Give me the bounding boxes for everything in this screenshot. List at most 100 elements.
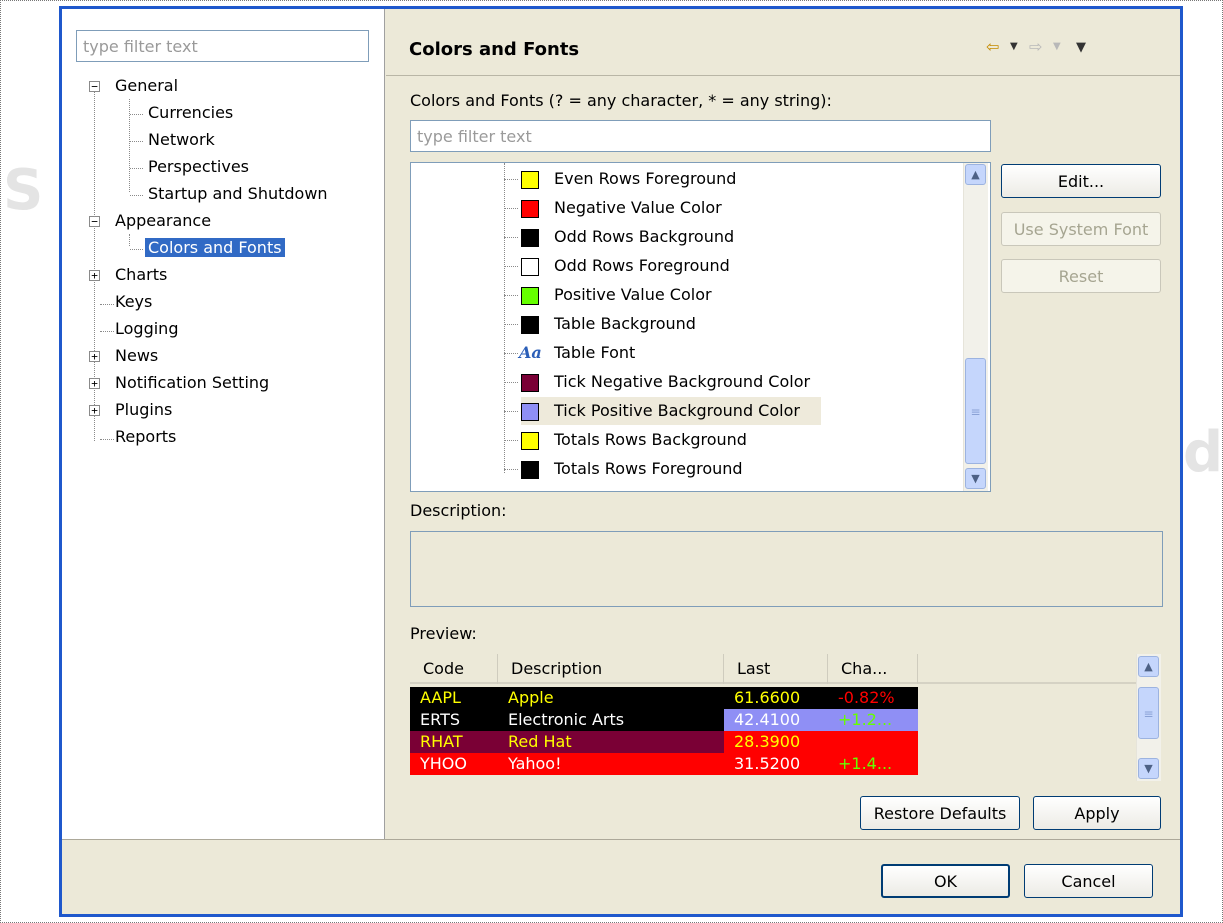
color-font-list-item[interactable]: Even Rows Foreground <box>521 165 881 193</box>
tree-item-perspectives[interactable]: Perspectives <box>148 154 249 180</box>
color-font-list-item[interactable]: Odd Rows Background <box>521 223 881 251</box>
tree-connector <box>504 295 518 296</box>
expand-charts-toggle[interactable]: + <box>89 270 100 281</box>
preference-page: Colors and Fonts ⇦ ▼ ⇨ ▼ ▼ Colors and Fo… <box>386 9 1180 839</box>
edit-button[interactable]: Edit... <box>1001 164 1161 198</box>
preview-cell-last: 61.6600 <box>724 687 828 709</box>
tree-item-colors-and-fonts[interactable]: Colors and Fonts <box>145 235 285 261</box>
colors-fonts-tree: Even Rows Foreground Negative Value Color… <box>410 162 991 492</box>
list-item-label: Tick Negative Background Color <box>554 372 811 391</box>
apply-button[interactable]: Apply <box>1033 796 1161 830</box>
back-history-dropdown-icon[interactable]: ▼ <box>1010 41 1018 52</box>
restore-defaults-button[interactable]: Restore Defaults <box>860 796 1020 830</box>
tree-item-label: Appearance <box>115 211 212 230</box>
tree-connector <box>129 99 130 192</box>
color-font-list-item[interactable]: Negative Value Color <box>521 194 881 222</box>
column-header-last[interactable]: Last <box>724 654 828 684</box>
preview-table-row[interactable]: YHOO Yahoo! 31.5200 +1.4... <box>410 753 918 775</box>
scroll-up-icon[interactable]: ▲ <box>965 164 986 185</box>
list-item-label: Odd Rows Background <box>554 227 735 246</box>
tree-item-appearance[interactable]: Appearance <box>115 208 211 234</box>
preferences-dialog: − − + + + + General Currencies Network P… <box>59 6 1183 917</box>
tree-item-keys[interactable]: Keys <box>115 289 152 315</box>
preview-table-row[interactable]: RHAT Red Hat 28.3900 <box>410 731 918 753</box>
tree-connector <box>100 331 114 332</box>
tree-connector <box>130 195 143 196</box>
color-font-list-item[interactable]: Totals Rows Foreground <box>521 455 881 483</box>
tree-item-reports[interactable]: Reports <box>115 424 176 450</box>
preview-cell-desc: Red Hat <box>498 731 724 753</box>
use-system-font-button[interactable]: Use System Font <box>1001 212 1161 246</box>
expand-news-toggle[interactable]: + <box>89 351 100 362</box>
color-swatch <box>521 229 539 247</box>
tree-connector <box>504 411 518 412</box>
cancel-button[interactable]: Cancel <box>1024 864 1153 898</box>
scroll-grip-icon: ≡ <box>970 405 981 419</box>
forward-arrow-icon[interactable]: ⇨ <box>1029 37 1042 56</box>
list-item-label: Table Font <box>554 343 636 362</box>
list-item-label: Odd Rows Foreground <box>554 256 730 275</box>
list-scrollbar[interactable]: ▲ ≡ ▼ <box>963 163 988 491</box>
reset-button[interactable]: Reset <box>1001 259 1161 293</box>
preview-table: Code Description Last Cha... AAPL Apple 61… <box>410 654 1163 781</box>
tree-item-charts[interactable]: Charts <box>115 262 167 288</box>
preview-cell-desc: Apple <box>498 687 724 709</box>
preview-scrollbar[interactable]: ▲ ≡ ▼ <box>1136 654 1161 781</box>
tree-item-news[interactable]: News <box>115 343 158 369</box>
page-title: Colors and Fonts <box>409 39 580 60</box>
scroll-up-icon[interactable]: ▲ <box>1138 656 1159 677</box>
preview-cell-last: 31.5200 <box>724 753 828 775</box>
tree-item-logging[interactable]: Logging <box>115 316 178 342</box>
expand-notification-toggle[interactable]: + <box>89 378 100 389</box>
color-font-list-item[interactable]: Table Background <box>521 310 881 338</box>
color-font-list-item[interactable]: Tick Negative Background Color <box>521 368 881 396</box>
tree-item-notification-setting[interactable]: Notification Setting <box>115 370 269 396</box>
tree-item-plugins[interactable]: Plugins <box>115 397 172 423</box>
preview-table-row[interactable]: ERTS Electronic Arts 42.4100 +1.2... <box>410 709 918 731</box>
scroll-thumb[interactable]: ≡ <box>965 358 986 464</box>
expand-plugins-toggle[interactable]: + <box>89 405 100 416</box>
title-separator <box>386 75 1180 76</box>
list-item-label: Table Background <box>554 314 696 333</box>
tree-item-currencies[interactable]: Currencies <box>148 100 233 126</box>
tree-connector <box>130 114 143 115</box>
column-header-change[interactable]: Cha... <box>828 654 918 684</box>
tree-connector <box>504 266 518 267</box>
color-font-list-item[interactable]: Totals Rows Background <box>521 426 881 454</box>
collapse-appearance-toggle[interactable]: − <box>89 216 100 227</box>
color-swatch <box>521 287 539 305</box>
preview-cell-change <box>828 731 918 753</box>
color-font-list-item[interactable]: Aa Table Font <box>519 339 881 367</box>
column-header-description[interactable]: Description <box>498 654 724 684</box>
tree-connector <box>504 237 518 238</box>
color-font-list-item[interactable]: Tick Positive Background Color <box>521 397 821 425</box>
tree-filter-input[interactable] <box>76 30 369 62</box>
tree-item-label: Network <box>148 130 215 149</box>
forward-history-dropdown-icon[interactable]: ▼ <box>1053 41 1061 52</box>
preview-cell-code: AAPL <box>410 687 498 709</box>
colors-fonts-filter-input[interactable] <box>410 120 991 152</box>
color-font-list-item[interactable]: Odd Rows Foreground <box>521 252 881 280</box>
preview-table-row[interactable]: AAPL Apple 61.6600 -0.82% <box>410 687 918 709</box>
ok-button[interactable]: OK <box>881 864 1010 898</box>
dialog-body: − − + + + + General Currencies Network P… <box>62 9 1180 914</box>
tree-connector <box>504 163 505 473</box>
column-header-code[interactable]: Code <box>410 654 498 684</box>
tree-item-network[interactable]: Network <box>148 127 215 153</box>
back-arrow-icon[interactable]: ⇦ <box>986 37 999 56</box>
scroll-down-icon[interactable]: ▼ <box>1138 758 1159 779</box>
tree-item-label: Colors and Fonts <box>145 238 285 257</box>
tree-connector <box>100 304 114 305</box>
scroll-thumb[interactable]: ≡ <box>1138 687 1159 739</box>
description-box <box>410 531 1163 607</box>
tree-item-startup-shutdown[interactable]: Startup and Shutdown <box>148 181 328 207</box>
tree-connector <box>504 208 518 209</box>
preferences-tree-pane: − − + + + + General Currencies Network P… <box>62 9 385 839</box>
preview-cell-code: YHOO <box>410 753 498 775</box>
view-menu-icon[interactable]: ▼ <box>1076 40 1086 55</box>
tree-item-label: Perspectives <box>148 157 249 176</box>
scroll-down-icon[interactable]: ▼ <box>965 468 986 489</box>
tree-item-general[interactable]: General <box>115 73 178 99</box>
collapse-general-toggle[interactable]: − <box>89 81 100 92</box>
color-font-list-item[interactable]: Positive Value Color <box>521 281 881 309</box>
